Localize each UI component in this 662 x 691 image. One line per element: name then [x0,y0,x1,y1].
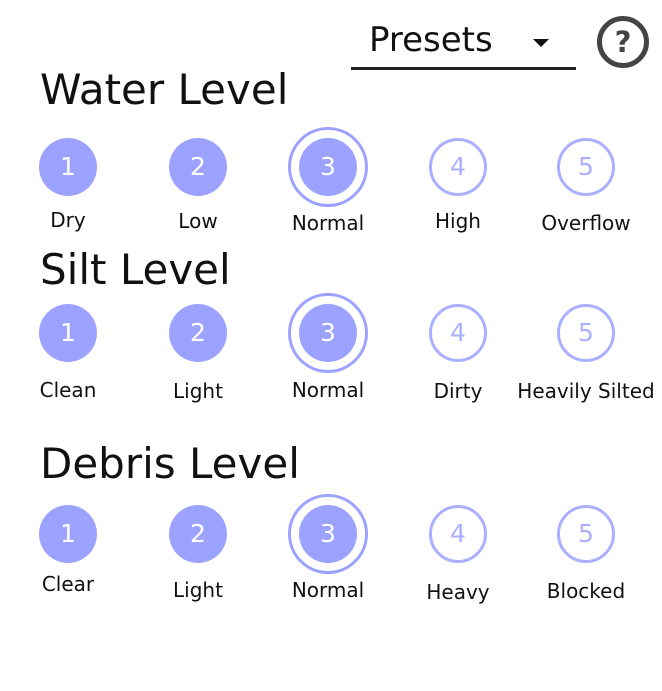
silt-level-option-3[interactable]: 3 [288,293,368,373]
presets-label: Presets [369,20,493,60]
option-number: 4 [450,519,466,548]
debris-level-option-5[interactable]: 5 [557,505,615,563]
option-number: 4 [450,152,466,181]
water-level-option-4[interactable]: 4 [429,138,487,196]
debris-level-option-2[interactable]: 2 [169,505,227,563]
help-icon: ? [614,25,632,59]
debris-level-option-1[interactable]: 1 [39,505,97,563]
silt-level-option-5[interactable]: 5 [557,304,615,362]
water-level-option-1[interactable]: 1 [39,138,97,196]
silt-level-option-4[interactable]: 4 [429,304,487,362]
option-number: 1 [60,519,76,548]
debris-level-option-3[interactable]: 3 [288,494,368,574]
water-level-option-5[interactable]: 5 [557,138,615,196]
debris-level-option-4[interactable]: 4 [429,505,487,563]
silt-level-title: Silt Level [40,245,231,294]
debris-level-title: Debris Level [40,439,300,488]
option-number: 2 [190,519,206,548]
option-number: 2 [190,318,206,347]
option-number: 3 [320,152,336,181]
water-level-option-2[interactable]: 2 [169,138,227,196]
option-number: 2 [190,152,206,181]
silt-level-option-1[interactable]: 1 [39,304,97,362]
water-level-title: Water Level [40,65,289,114]
help-button[interactable]: ? [597,16,649,68]
silt-level-option-2[interactable]: 2 [169,304,227,362]
option-number: 5 [578,152,594,181]
option-number: 3 [320,318,336,347]
option-number: 5 [578,318,594,347]
option-number: 5 [578,519,594,548]
water-level-option-label: Overflow [541,211,631,235]
debris-level-option-label: Blocked [546,579,626,603]
presets-dropdown[interactable]: Presets [351,18,576,70]
silt-level-option-label: Heavily Silted [517,379,655,403]
option-number: 1 [60,152,76,181]
option-number: 1 [60,318,76,347]
caret-down-icon [533,39,549,47]
option-number: 3 [320,519,336,548]
option-number: 4 [450,318,466,347]
water-level-option-3[interactable]: 3 [288,127,368,207]
